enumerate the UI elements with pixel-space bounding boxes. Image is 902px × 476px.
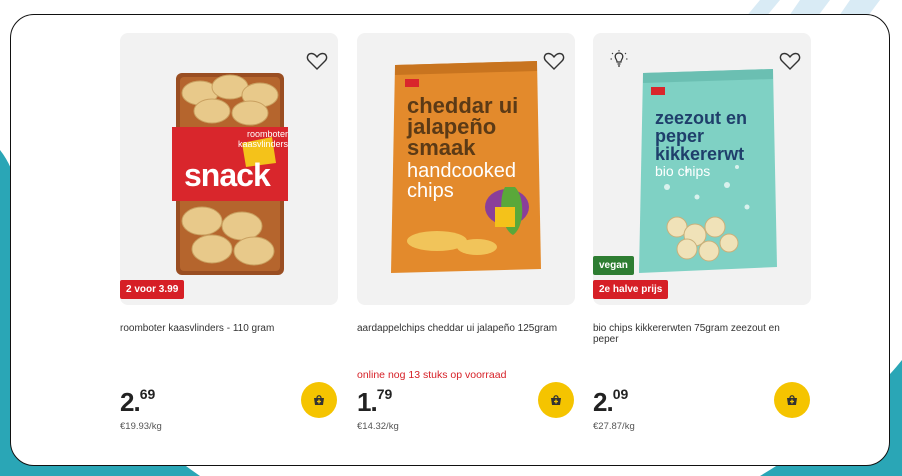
product-name[interactable]: bio chips kikkererwten 75gram zeezout en… bbox=[593, 323, 807, 345]
product-name[interactable]: aardappelchips cheddar ui jalapeño 125gr… bbox=[357, 323, 571, 334]
promo-badge: 2e halve prijs bbox=[593, 280, 669, 299]
price-cents: 79 bbox=[376, 386, 393, 403]
favorite-heart-icon[interactable] bbox=[779, 51, 801, 71]
product-price: 2.09 bbox=[593, 386, 629, 417]
product-card-kikkererwten-chips[interactable]: zeezout en peper kikkererwt bio chips ve… bbox=[593, 33, 811, 443]
unit-price: €14.32/kg bbox=[357, 421, 399, 432]
price-cents: 09 bbox=[612, 386, 629, 403]
add-to-basket-button[interactable] bbox=[301, 382, 337, 418]
product-list-panel: roomboter kaasvlinders snack 2 voor 3.99… bbox=[10, 14, 890, 466]
package-sub-label: bio chips bbox=[655, 163, 711, 179]
basket-icon bbox=[314, 395, 324, 405]
basket-icon bbox=[551, 395, 561, 405]
price-cents: 69 bbox=[139, 386, 156, 403]
product-image[interactable]: cheddar ui jalapeño smaak handcooked chi… bbox=[357, 33, 575, 305]
price-whole: 2 bbox=[120, 387, 135, 417]
product-price: 1.79 bbox=[357, 386, 393, 417]
basket-icon bbox=[787, 395, 797, 405]
lightbulb-icon[interactable] bbox=[609, 49, 629, 69]
promo-badge: 2 voor 3.99 bbox=[120, 280, 185, 299]
product-card-kaasvlinders[interactable]: roomboter kaasvlinders snack 2 voor 3.99… bbox=[120, 33, 338, 443]
product-name[interactable]: roomboter kaasvlinders - 110 gram bbox=[120, 323, 334, 334]
vegan-badge: vegan bbox=[593, 256, 634, 275]
package-brand-text: snack bbox=[184, 157, 271, 193]
stock-notice: online nog 13 stuks op voorraad bbox=[357, 369, 507, 381]
add-to-basket-button[interactable] bbox=[774, 382, 810, 418]
package-sub-label: handcooked chips bbox=[407, 160, 516, 202]
package-label: zeezout en peper kikkererwt bbox=[655, 108, 748, 164]
product-image[interactable]: zeezout en peper kikkererwt bio chips ve… bbox=[593, 33, 811, 305]
favorite-heart-icon[interactable] bbox=[306, 51, 328, 71]
product-image[interactable]: roomboter kaasvlinders snack 2 voor 3.99 bbox=[120, 33, 338, 305]
product-card-cheddar-chips[interactable]: cheddar ui jalapeño smaak handcooked chi… bbox=[357, 33, 575, 443]
package-label: cheddar ui jalapeño smaak bbox=[407, 93, 519, 160]
add-to-basket-button[interactable] bbox=[538, 382, 574, 418]
price-whole: 1 bbox=[357, 387, 372, 417]
unit-price: €27.87/kg bbox=[593, 421, 635, 432]
price-whole: 2 bbox=[593, 387, 608, 417]
unit-price: €19.93/kg bbox=[120, 421, 162, 432]
package-label: roomboter kaasvlinders bbox=[237, 129, 288, 149]
product-price: 2.69 bbox=[120, 386, 156, 417]
favorite-heart-icon[interactable] bbox=[543, 51, 565, 71]
